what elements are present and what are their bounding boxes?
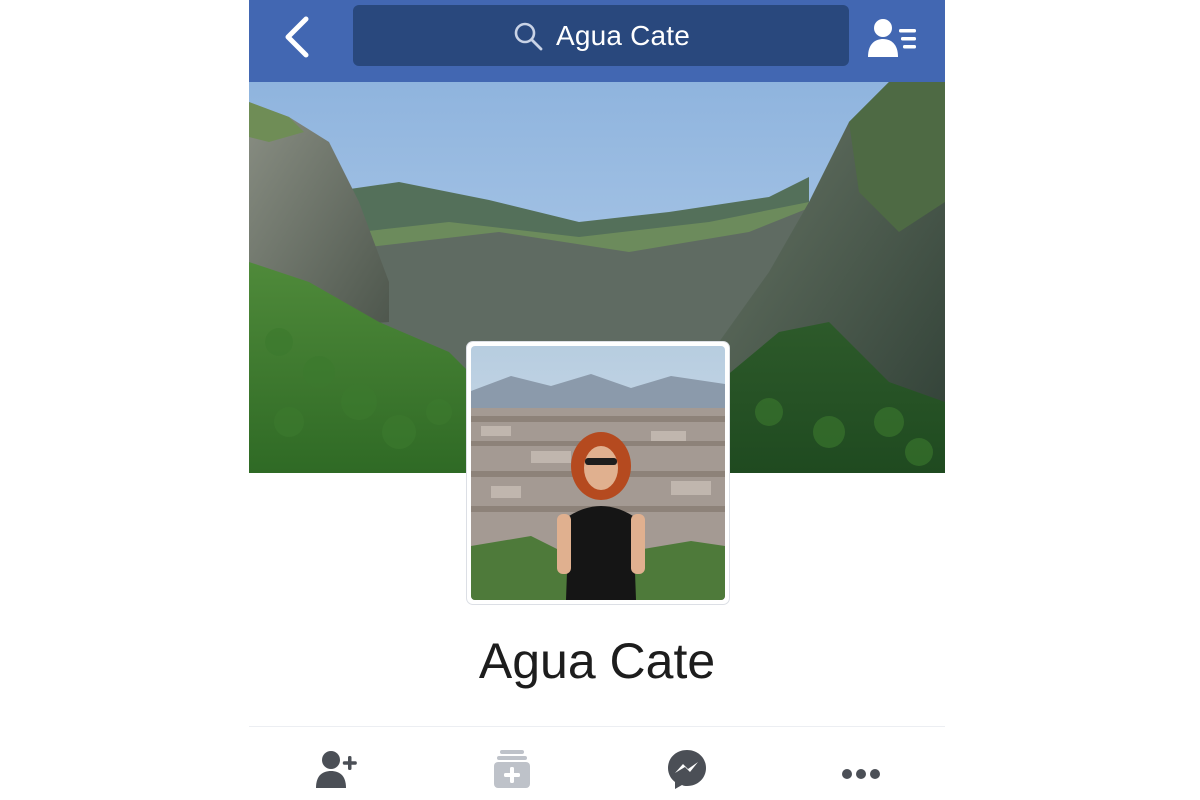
more-button[interactable]: [831, 748, 891, 800]
profile-picture-image: [471, 346, 725, 600]
follow-button[interactable]: [482, 748, 542, 800]
follow-icon: [494, 750, 530, 788]
add-friend-icon: [316, 751, 357, 788]
back-button[interactable]: [277, 12, 317, 62]
profile-picture[interactable]: [467, 342, 729, 604]
divider: [249, 726, 945, 727]
search-icon: [514, 22, 543, 50]
friends-list-button[interactable]: [863, 10, 923, 66]
chevron-left-icon: [285, 16, 309, 58]
search-query: Agua Cate: [555, 19, 691, 51]
add-friend-button[interactable]: [307, 748, 367, 800]
message-button[interactable]: [657, 748, 717, 800]
friends-list-icon: [868, 19, 916, 57]
more-icon: [842, 769, 880, 779]
messenger-icon: [668, 750, 706, 789]
profile-name: Agua Cate: [478, 633, 716, 689]
profile-screen: Agua Cate Agua Cate: [249, 0, 945, 800]
top-bar: Agua Cate: [249, 0, 945, 82]
search-input[interactable]: Agua Cate: [353, 5, 849, 66]
